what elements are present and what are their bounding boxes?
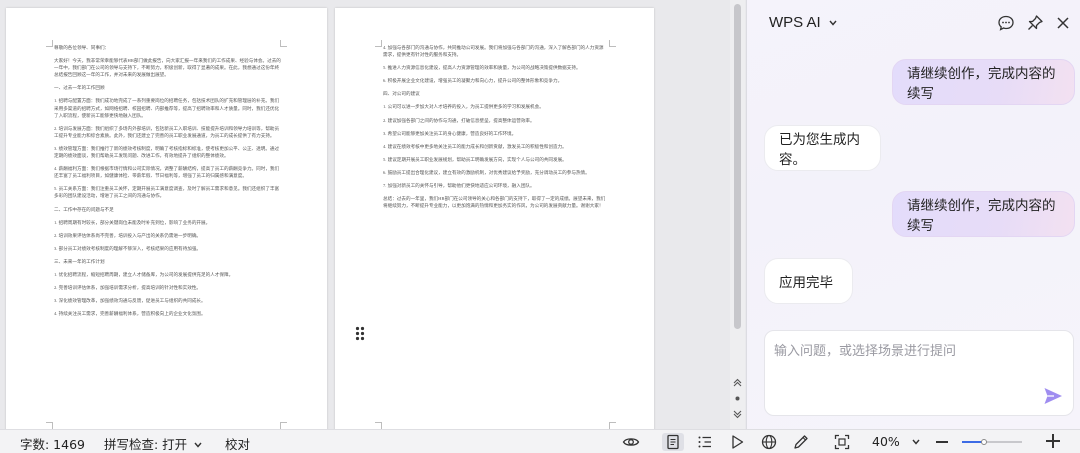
zoom-in-button[interactable] [1046,434,1060,448]
zoom-level-dropdown[interactable]: 40% [872,434,920,449]
page-margin-mark [609,40,616,47]
fit-screen-icon[interactable] [833,433,851,451]
ai-prompt-input[interactable] [774,340,1044,380]
doc-paragraph: 3. 深化绩效管理改革，加强绩效沟通与反馈，促进员工与组织的共同成长。 [54,298,206,304]
page-margin-mark [46,422,53,429]
page-margin-mark [375,422,382,429]
page-margin-mark [280,40,287,47]
doc-paragraph: 1. 招聘周期有时较长，部分关键岗位未能及时补充到位，影响了业务的开展。 [54,219,211,225]
zoom-slider-handle[interactable] [980,439,987,445]
ai-assistant-panel: WPS AI 请继续创作，完成内容的续写 已为您生成内容。 请继续创作，完成内容… [746,0,1080,429]
doc-paragraph: 4. 持续关注员工需求，完善薪酬福利体系，营造积极向上的企业文化氛围。 [54,311,206,317]
play-icon[interactable] [728,433,746,451]
send-icon[interactable] [1042,385,1064,407]
doc-paragraph: 2. 培训效果评估体系尚不完善，培训投入与产出的关系仍需进一步明确。 [54,232,202,238]
doc-paragraph: 5. 建议定期开展员工职业发展规划，帮助员工明确发展方向，实现个人与公司的共同发… [383,156,567,162]
ai-message: 已为您生成内容。 [764,125,881,171]
page-margin-mark [280,422,287,429]
doc-paragraph: 大家好！今天，我非常荣幸能够代表HR部门做此报告，向大家汇报一年来我们的工作成果… [54,58,281,78]
doc-paragraph: 总结：过去的一年里，我们HR部门在公司领导的关心和各部门的支持下，取得了一定的成… [383,196,606,209]
previous-page-icon[interactable] [732,378,743,390]
doc-paragraph: 1. 公司可以进一步加大对人才培养的投入，为员工提供更多的学习和发展机会。 [383,104,544,110]
chevron-down-icon [829,18,837,28]
doc-paragraph: 2. 完善培训评估体系，加强培训需求分析，提高培训的针对性和实效性。 [54,285,202,291]
word-count[interactable]: 字数: 1469 [20,434,85,453]
doc-paragraph: 5. 推进人力资源信息化建设，提高人力资源管理的效率和质量，为公司的战略决策提供… [383,65,581,71]
doc-heading: 二、工作中存在的问题与不足 [54,206,114,212]
doc-paragraph: 3. 绩效管理方面：我们推行了新的绩效考核制度，明确了考核指标和标准，使考核更加… [54,145,280,159]
doc-paragraph: 4. 加强与各部门的沟通与协作，共同推动公司发展。我们将加强与各部门的沟通，深入… [383,45,604,58]
user-message: 请继续创作，完成内容的续写 [892,191,1075,237]
page-view-icon[interactable] [662,433,684,451]
status-bar: 字数: 1469 拼写检查: 打开 校对 40% [0,429,1080,453]
pen-icon[interactable] [792,433,810,451]
doc-heading: 一、过去一年的工作回顾 [54,85,105,91]
vertical-scrollbar[interactable] [730,0,745,429]
doc-paragraph: 5. 员工关系方面：我们注重员工关怀，定期开展员工满意度调查，及时了解员工需求和… [54,186,280,199]
eye-icon[interactable] [622,433,640,451]
user-message: 请继续创作，完成内容的续写 [892,59,1075,105]
doc-paragraph: 6. 鼓励员工提出合理化建议，建立有效的激励机制，对优秀建议给予奖励，充分调动员… [383,169,590,175]
doc-paragraph: 1. 优化招聘流程，缩短招聘周期，建立人才储备库，为公司的发展提供充足的人才保障… [54,271,234,277]
page-1-text: 尊敬的各位领导、同事们： 大家好！今天，我非常荣幸能够代表HR部门做此报告，向大… [54,44,281,323]
doc-paragraph: 4. 薪酬福利方面：我们根据市场行情和公司实际情况，调整了薪酬结构，提高了员工的… [54,166,280,179]
page-2-text: 4. 加强与各部门的沟通与协作，共同推动公司发展。我们将加强与各部门的沟通，深入… [383,44,608,215]
message-text: 请继续创作，完成内容的续写 [907,66,1056,102]
proofread-button[interactable]: 校对 [225,434,250,453]
ai-panel-title[interactable]: WPS AI [769,14,837,31]
ai-panel-header: WPS AI [747,0,1080,46]
zoom-slider[interactable] [962,439,1022,445]
doc-paragraph: 4. 建议在绩效考核中更多地关注员工的能力成长和创新贡献，激发员工的积极性和创造… [383,143,567,149]
doc-heading: 四、对公司的建议 [383,91,420,97]
zoom-level: 40% [872,434,900,449]
doc-paragraph: 2. 培训与发展方面：我们组织了多场内外部培训，包括新员工入职培训、技能提升培训… [54,125,280,138]
document-page-1[interactable]: 尊敬的各位领导、同事们： 大家好！今天，我非常荣幸能够代表HR部门做此报告，向大… [6,8,327,429]
message-text: 请继续创作，完成内容的续写 [907,198,1056,234]
doc-heading: 三、未来一年的工作计划 [54,258,105,264]
doc-paragraph: 3. 希望公司能够更加关注员工的身心健康，营造良好的工作环境。 [383,130,517,136]
doc-paragraph: 尊敬的各位领导、同事们： [54,45,110,50]
doc-paragraph: 7. 加强对新员工的关怀与引导，帮助他们更快地适应公司环境，融入团队。 [383,183,535,189]
scrollbar-thumb[interactable] [734,4,741,329]
outline-view-icon[interactable] [696,433,714,451]
ai-message: 应用完毕 [764,258,853,304]
message-text: 应用完毕 [779,275,833,291]
page-margin-mark [609,422,616,429]
chat-bubble-icon[interactable] [997,14,1015,32]
close-icon[interactable] [1054,14,1072,32]
next-page-icon[interactable] [732,410,743,422]
drag-handle-icon[interactable] [355,326,365,341]
document-canvas[interactable]: 尊敬的各位领导、同事们： 大家好！今天，我非常荣幸能够代表HR部门做此报告，向大… [0,0,745,429]
pin-icon[interactable] [1026,14,1044,32]
doc-paragraph: 6. 积极开展企业文化建设，增强员工的凝聚力和向心力，提升公司的整体形象和竞争力… [383,78,563,84]
globe-icon[interactable] [760,433,778,451]
page-margin-mark [46,40,53,47]
ai-title-text: WPS AI [769,14,821,31]
document-page-2[interactable]: 4. 加强与各部门的沟通与协作，共同推动公司发展。我们将加强与各部门的沟通，深入… [335,8,654,429]
zoom-out-button[interactable] [936,441,948,443]
page-margin-mark [375,40,382,47]
spell-check-toggle[interactable]: 拼写检查: 打开 [104,434,202,453]
doc-paragraph: 3. 部分员工对绩效考核制度的理解不够深入，考核结果的应用有待加强。 [54,245,202,251]
select-browse-object-icon[interactable] [732,394,743,406]
ai-input-box [764,330,1074,416]
message-text: 已为您生成内容。 [779,132,860,168]
doc-paragraph: 1. 招聘与配置方面：我们成功地完成了一系列重要岗位的招聘任务，包括技术团队的扩… [54,98,280,118]
doc-paragraph: 2. 建议加强各部门之间的协作与沟通，打破信息壁垒，提高整体运营效率。 [383,117,535,123]
chevron-down-icon [194,441,202,450]
spell-check-label: 拼写检查: 打开 [104,437,188,452]
chevron-down-icon [912,438,920,447]
